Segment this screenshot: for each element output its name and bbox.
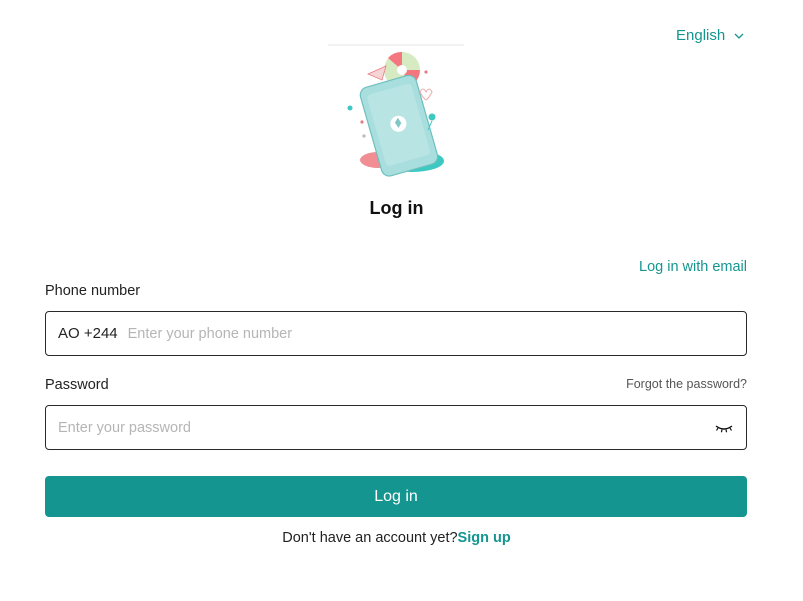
signup-link[interactable]: Sign up [458,530,511,546]
phone-number-label: Phone number [45,283,141,299]
password-field [45,405,747,450]
language-selector[interactable]: English [676,27,745,44]
signup-prompt-text: Don't have an account yet? [282,530,458,546]
page-title: Log in [369,198,424,218]
country-code-selector[interactable]: AO +244 [58,325,118,342]
login-with-email-link[interactable]: Log in with email [639,259,747,275]
language-label: English [676,27,726,44]
password-label: Password [45,377,109,393]
phone-illustration [328,44,464,177]
eye-closed-icon[interactable] [714,421,734,435]
phone-number-input[interactable] [127,325,734,342]
login-button[interactable]: Log in [45,476,747,517]
signup-prompt-row: Don't have an account yet?Sign up [0,530,793,546]
phone-field: AO +244 [45,311,747,356]
login-page: English Log in Log in with email Phone n… [0,0,803,601]
forgot-password-link[interactable]: Forgot the password? [626,377,747,391]
chevron-down-icon [734,33,744,39]
password-input[interactable] [58,419,714,436]
